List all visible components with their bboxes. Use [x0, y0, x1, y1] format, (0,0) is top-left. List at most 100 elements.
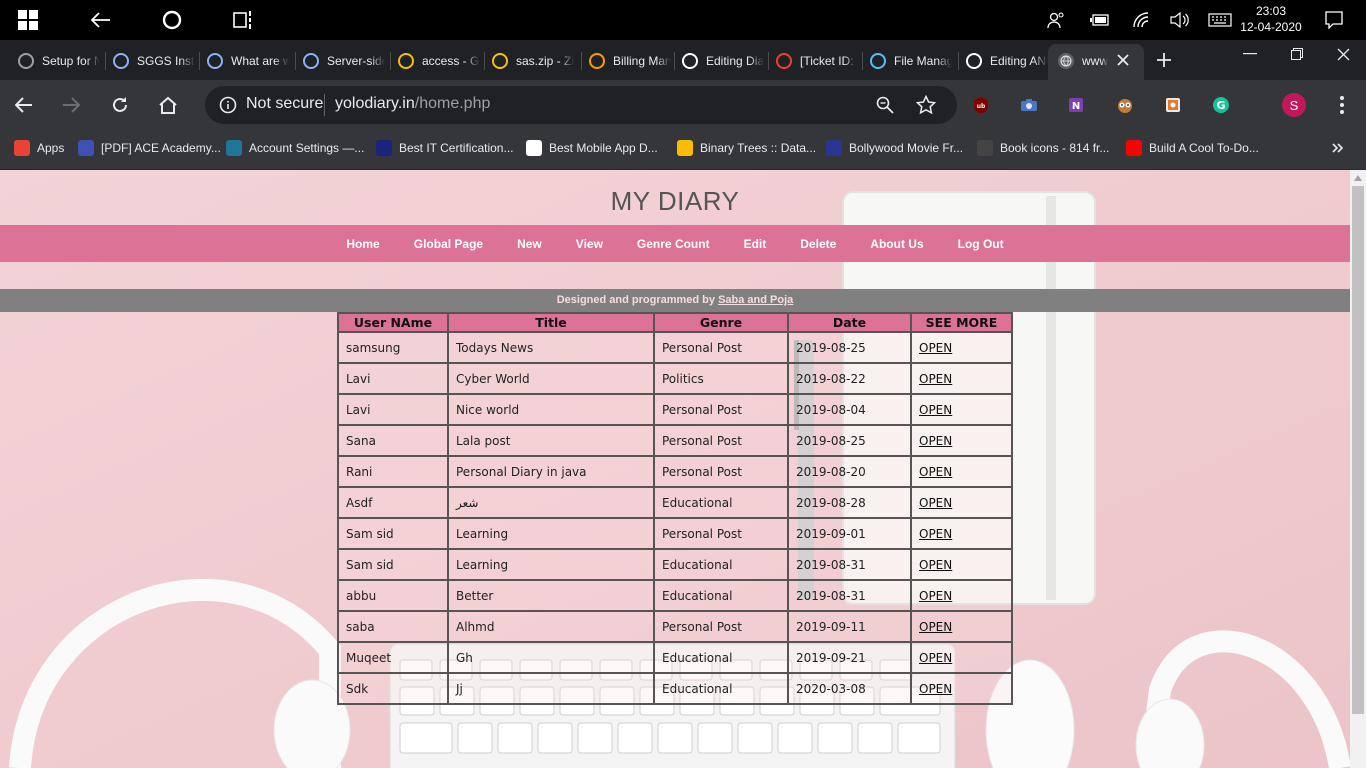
- nav-link-home[interactable]: Home: [329, 237, 396, 251]
- close-window-icon[interactable]: [1331, 42, 1355, 66]
- open-link[interactable]: OPEN: [919, 496, 952, 510]
- wifi-icon[interactable]: [1130, 0, 1154, 40]
- restore-window-icon[interactable]: [1285, 42, 1309, 66]
- open-link[interactable]: OPEN: [919, 341, 952, 355]
- wordpress-icon: [226, 140, 242, 156]
- open-link[interactable]: OPEN: [919, 465, 952, 479]
- credit-link[interactable]: Saba and Poja: [718, 294, 793, 306]
- open-link[interactable]: OPEN: [919, 589, 952, 603]
- zip-icon: [492, 53, 508, 69]
- taskbar-clock[interactable]: 23:03 12-04-2020: [1236, 3, 1306, 35]
- table-row: Asdf شعر Educational 2019-08-28 OPEN: [337, 486, 1013, 519]
- bookmark-item[interactable]: Binary Trees :: Data...: [677, 138, 816, 158]
- nav-link-edit[interactable]: Edit: [727, 237, 784, 251]
- file-manager-icon: [870, 53, 886, 69]
- browser-tab[interactable]: File Manager: [870, 48, 952, 74]
- action-center-icon[interactable]: [1322, 0, 1346, 40]
- profile-avatar[interactable]: S: [1282, 93, 1306, 117]
- open-link[interactable]: OPEN: [919, 434, 952, 448]
- bookmark-label: Apps: [37, 141, 65, 155]
- browser-tab[interactable]: Server-side: [303, 48, 385, 74]
- open-link[interactable]: OPEN: [919, 403, 952, 417]
- keyboard-icon[interactable]: [1207, 0, 1233, 40]
- pdf-icon: [78, 140, 94, 156]
- camera-extension-icon[interactable]: [1017, 93, 1041, 117]
- nav-link-view[interactable]: View: [559, 237, 620, 251]
- home-icon[interactable]: [156, 93, 180, 117]
- apps-grid-icon: [14, 140, 30, 156]
- url-text[interactable]: yolodiary.in/home.php: [335, 95, 490, 113]
- security-label[interactable]: Not secure: [246, 95, 323, 113]
- bookmark-item[interactable]: Best IT Certification...: [376, 138, 514, 158]
- bookmark-item[interactable]: Account Settings —...: [226, 138, 364, 158]
- aws-icon: [589, 53, 605, 69]
- movie-icon: [826, 140, 842, 156]
- cell-see-more: OPEN: [910, 610, 1013, 643]
- windows-start-icon[interactable]: [8, 0, 48, 40]
- bookmark-star-icon[interactable]: [914, 93, 938, 117]
- info-icon[interactable]: [216, 93, 240, 117]
- bookmark-item[interactable]: Build A Cool To-Do...: [1126, 138, 1259, 158]
- cell-genre: Personal Post: [653, 393, 789, 426]
- nav-link-new[interactable]: New: [500, 237, 559, 251]
- onenote-extension-icon[interactable]: N: [1064, 93, 1088, 117]
- open-link[interactable]: OPEN: [919, 527, 952, 541]
- task-view-icon[interactable]: [224, 0, 264, 40]
- cell-date: 2019-08-28: [787, 486, 912, 519]
- cell-title: Learning: [447, 517, 655, 550]
- cortana-icon[interactable]: [152, 0, 192, 40]
- tab-title: Server-side: [327, 54, 385, 68]
- scrollbar-thumb[interactable]: [1352, 186, 1364, 714]
- bookmark-label: [PDF] ACE Academy...: [101, 141, 221, 155]
- open-link[interactable]: OPEN: [919, 620, 952, 634]
- open-link[interactable]: OPEN: [919, 372, 952, 386]
- scroll-up-icon[interactable]: [1350, 171, 1366, 185]
- people-icon[interactable]: [1044, 0, 1068, 40]
- grammarly-extension-icon[interactable]: G: [1209, 93, 1233, 117]
- cell-date: 2019-08-31: [787, 548, 912, 581]
- zoom-icon[interactable]: [873, 93, 897, 117]
- menu-kebab-icon[interactable]: [1330, 93, 1354, 117]
- browser-tab[interactable]: sas.zip - Zip: [492, 48, 574, 74]
- cell-see-more: OPEN: [910, 579, 1013, 612]
- header-genre: Genre: [653, 312, 789, 333]
- screenshot-extension-icon[interactable]: [1161, 93, 1185, 117]
- tab-title: SGGS Institute: [137, 54, 195, 68]
- nav-link-genre-count[interactable]: Genre Count: [620, 237, 727, 251]
- battery-icon[interactable]: [1088, 0, 1112, 40]
- ublock-extension-icon[interactable]: ub: [969, 93, 993, 117]
- browser-tab[interactable]: Setup for New Accounts: [18, 48, 100, 74]
- browser-tab[interactable]: Editing Diary: [682, 48, 764, 74]
- owl-extension-icon[interactable]: [1113, 93, 1137, 117]
- open-link[interactable]: OPEN: [919, 682, 952, 696]
- browser-tab[interactable]: Editing ANNOT: [966, 48, 1048, 74]
- open-link[interactable]: OPEN: [919, 558, 952, 572]
- bookmark-item[interactable]: Apps: [14, 138, 64, 158]
- nav-link-about-us[interactable]: About Us: [853, 237, 940, 251]
- active-tab-title[interactable]: www: [1058, 48, 1108, 74]
- browser-tab[interactable]: access - Google Drive: [398, 48, 480, 74]
- bookmark-item[interactable]: Book icons - 814 fr...: [977, 138, 1109, 158]
- minimize-window-icon[interactable]: [1238, 42, 1262, 66]
- reload-icon[interactable]: [108, 93, 132, 117]
- nav-link-log-out[interactable]: Log Out: [941, 237, 1021, 251]
- new-tab-icon[interactable]: [1152, 48, 1176, 72]
- forward-icon[interactable]: [59, 93, 83, 117]
- cell-user-name: Sam sid: [337, 548, 449, 581]
- browser-tab[interactable]: Billing Management: [589, 48, 671, 74]
- back-arrow-icon[interactable]: [80, 0, 120, 40]
- volume-icon[interactable]: [1168, 0, 1192, 40]
- nav-link-global-page[interactable]: Global Page: [397, 237, 500, 251]
- browser-tab[interactable]: [Ticket ID: ]: [776, 48, 858, 74]
- browser-tab[interactable]: SGGS Institute: [113, 48, 195, 74]
- bookmark-item[interactable]: Best Mobile App D...: [526, 138, 658, 158]
- open-link[interactable]: OPEN: [919, 651, 952, 665]
- bookmark-item[interactable]: [PDF] ACE Academy...: [78, 138, 221, 158]
- back-icon[interactable]: [12, 93, 36, 117]
- more-bookmarks-icon[interactable]: [1326, 136, 1350, 160]
- cell-see-more: OPEN: [910, 548, 1013, 581]
- bookmark-item[interactable]: Bollywood Movie Fr...: [826, 138, 963, 158]
- nav-link-delete[interactable]: Delete: [783, 237, 853, 251]
- close-tab-icon[interactable]: [1111, 48, 1135, 72]
- browser-tab[interactable]: What are web: [207, 48, 289, 74]
